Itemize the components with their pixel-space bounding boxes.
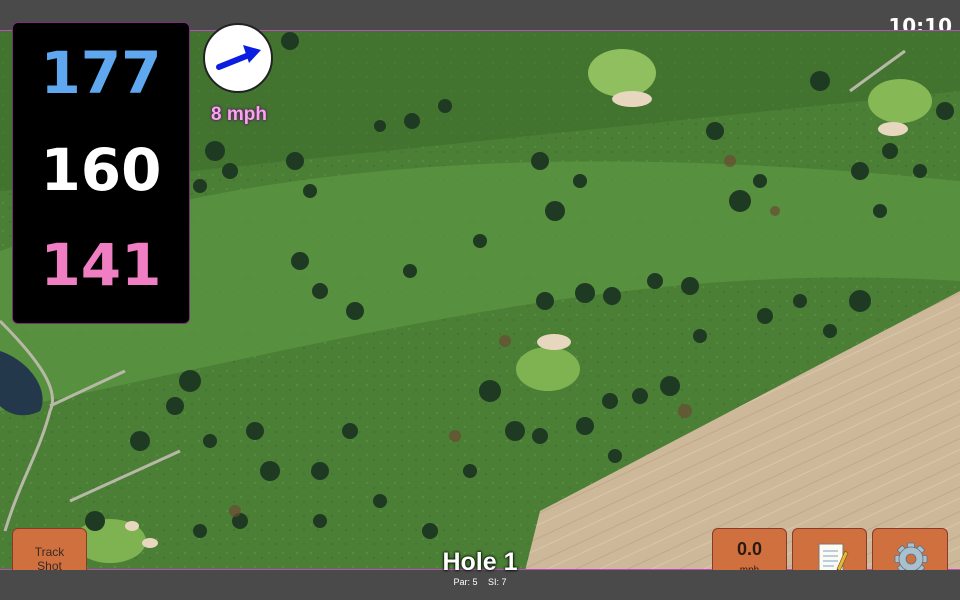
middle-distance: 160 bbox=[40, 136, 162, 204]
wind-direction-arrow-icon bbox=[216, 45, 261, 70]
speed-value: 0.0 bbox=[736, 539, 763, 559]
distance-panel: 177 160 141 bbox=[12, 22, 190, 324]
track-shot-label: Track Shot bbox=[34, 545, 65, 573]
front-distance: 141 bbox=[40, 231, 162, 299]
hole-info: Par: 5 SI: 7 bbox=[380, 577, 580, 587]
stroke-index-label: SI: 7 bbox=[488, 577, 507, 587]
wind-speed: 8 mph bbox=[211, 104, 267, 125]
wind-indicator bbox=[203, 23, 273, 93]
back-distance: 177 bbox=[40, 39, 162, 107]
hole-title: Hole 1 bbox=[442, 548, 518, 576]
par-label: Par: 5 bbox=[453, 577, 478, 587]
